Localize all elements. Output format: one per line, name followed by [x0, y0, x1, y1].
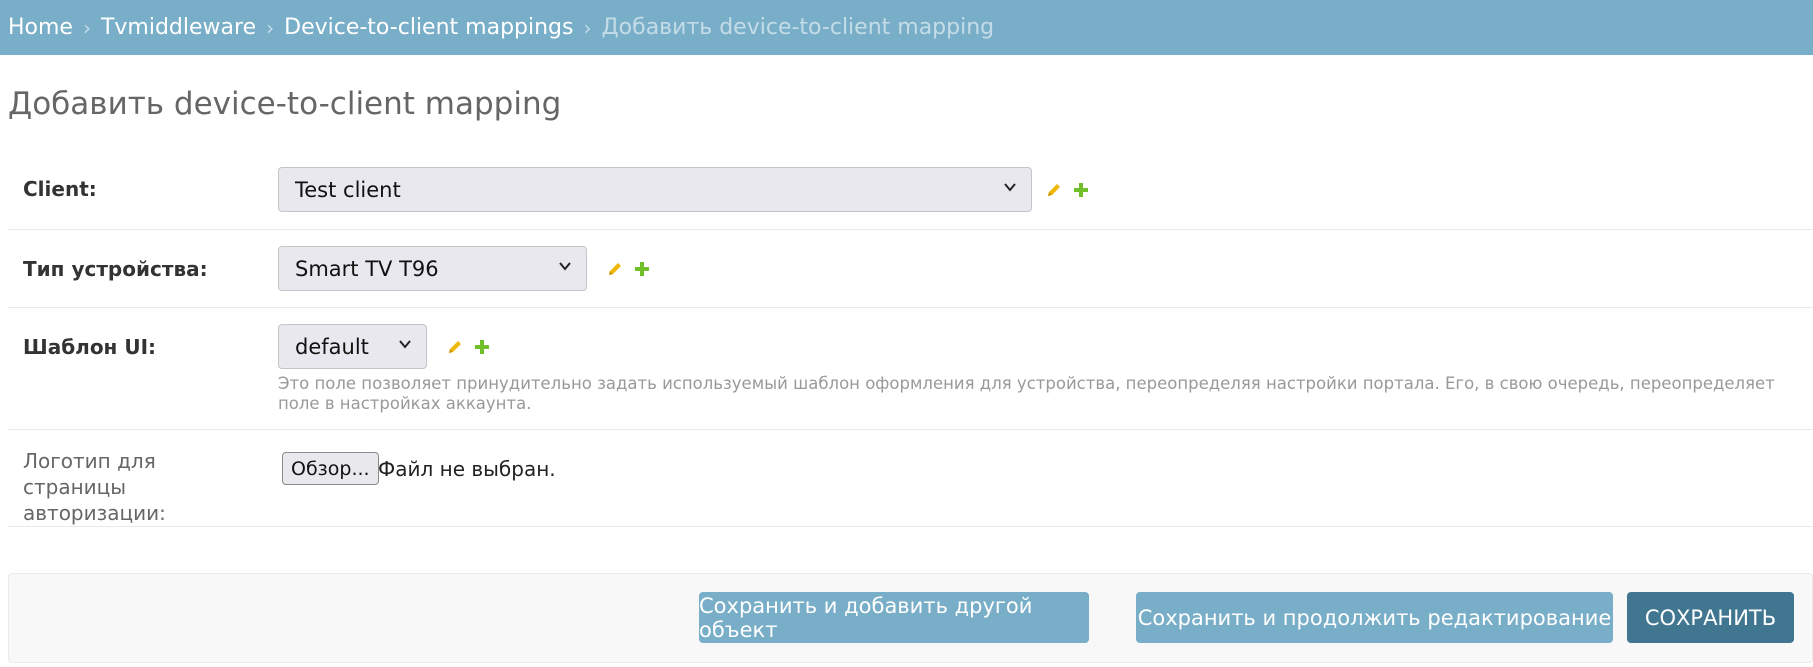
breadcrumb-current: Добавить device-to-client mapping: [601, 15, 995, 40]
browse-file-button[interactable]: Обзор...: [282, 452, 379, 485]
device-type-select-value: Smart TV T96: [295, 256, 439, 281]
save-add-another-button[interactable]: Сохранить и добавить другой объект: [699, 592, 1089, 643]
chevron-down-icon: [559, 262, 571, 271]
device-type-label: Тип устройства:: [23, 257, 208, 281]
form-row-client: Client: Test client: [8, 150, 1813, 230]
ui-template-select[interactable]: default: [278, 324, 427, 369]
breadcrumb-home-link[interactable]: Home: [8, 15, 73, 40]
breadcrumb-app-link[interactable]: Tvmiddleware: [101, 15, 256, 40]
chevron-down-icon: [1004, 183, 1016, 192]
form-row-ui-template: Шаблон UI: default Это поле позволяет пр…: [8, 308, 1813, 430]
client-select-value: Test client: [295, 177, 401, 202]
save-button[interactable]: СОХРАНИТЬ: [1627, 592, 1794, 643]
save-continue-button[interactable]: Сохранить и продолжить редактирование: [1136, 592, 1613, 643]
client-select[interactable]: Test client: [278, 167, 1032, 212]
breadcrumb-separator: ›: [266, 15, 275, 40]
breadcrumb-model-link[interactable]: Device-to-client mappings: [284, 15, 573, 40]
page-title: Добавить device-to-client mapping: [8, 86, 562, 122]
add-device-type-plus-icon[interactable]: [631, 258, 653, 280]
add-form: Client: Test client Тип устройства: Smar…: [8, 150, 1813, 527]
form-row-device-type: Тип устройства: Smart TV T96: [8, 230, 1813, 308]
edit-device-type-pencil-icon[interactable]: [604, 258, 626, 280]
breadcrumb-separator: ›: [82, 15, 91, 40]
add-client-plus-icon[interactable]: [1070, 179, 1092, 201]
add-ui-template-plus-icon[interactable]: [471, 336, 493, 358]
client-label: Client:: [23, 177, 97, 201]
logo-label: Логотип для страницы авторизации:: [23, 449, 166, 525]
ui-template-label: Шаблон UI:: [23, 335, 157, 359]
ui-template-select-value: default: [295, 334, 369, 359]
edit-ui-template-pencil-icon[interactable]: [444, 336, 466, 358]
chevron-down-icon: [399, 340, 411, 349]
breadcrumb-separator: ›: [583, 15, 592, 40]
edit-client-pencil-icon[interactable]: [1043, 179, 1065, 201]
file-status: Файл не выбран.: [378, 457, 556, 481]
form-row-logo: Логотип для страницы авторизации: Обзор.…: [8, 430, 1813, 527]
device-type-select[interactable]: Smart TV T96: [278, 246, 587, 291]
submit-row: Сохранить и добавить другой объект Сохра…: [8, 573, 1813, 663]
breadcrumb: Home › Tvmiddleware › Device-to-client m…: [0, 0, 1813, 55]
ui-template-help-text: Это поле позволяет принудительно задать …: [278, 374, 1775, 413]
